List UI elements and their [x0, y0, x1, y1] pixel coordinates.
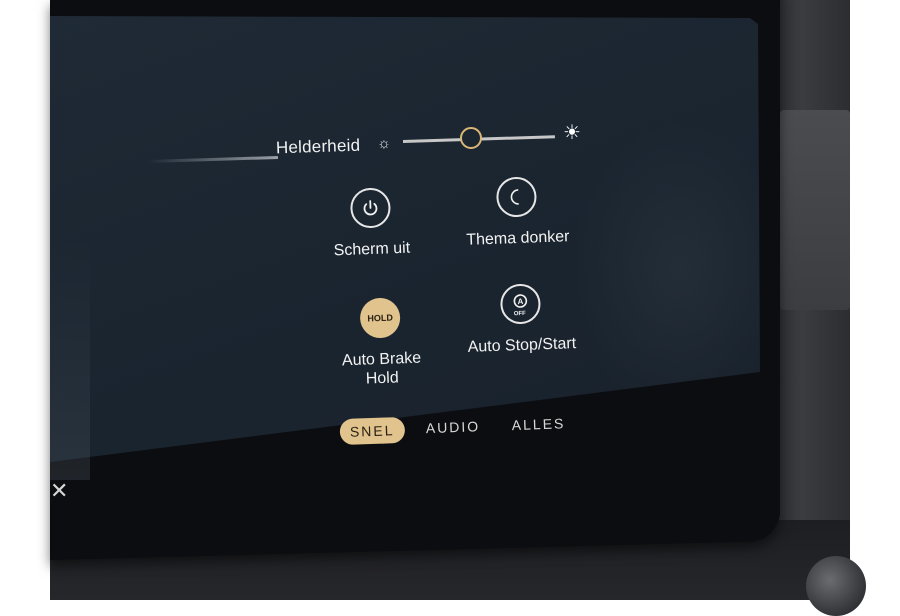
tab-bar: SNEL AUDIO ALLES [337, 409, 578, 457]
tab-alles[interactable]: ALLES [511, 415, 565, 433]
screen-glare [570, 120, 760, 420]
off-text: OFF [514, 311, 526, 317]
sun-small-icon: ☼ [376, 136, 392, 152]
brightness-label: Helderheid [276, 136, 361, 159]
dark-theme-button[interactable]: Thema donker [451, 175, 583, 250]
hold-icon-text: HOLD [367, 313, 393, 324]
screen-off-button[interactable]: Scherm uit [315, 186, 427, 261]
close-icon[interactable]: ✕ [50, 480, 68, 502]
power-icon [350, 187, 391, 228]
screen-off-label: Scherm uit [317, 238, 428, 261]
auto-brake-hold-line1: Auto Brake [342, 350, 422, 370]
sun-large-icon: ☀ [561, 122, 583, 144]
auto-brake-hold-button[interactable]: HOLD Auto Brake Hold [324, 296, 437, 390]
auto-brake-hold-line2: Hold [365, 369, 398, 387]
dashboard-panel [780, 110, 850, 310]
hold-icon: HOLD [359, 297, 400, 338]
auto-stop-start-button[interactable]: A OFF Auto Stop/Start [455, 282, 587, 357]
screen-edge-strip [50, 240, 90, 480]
control-knob [806, 556, 866, 616]
svg-text:A: A [517, 297, 523, 306]
tab-audio[interactable]: AUDIO [426, 418, 481, 436]
auto-stop-start-icon: A [500, 283, 541, 324]
auto-brake-hold-label: Auto Brake Hold [326, 348, 437, 390]
moon-icon [496, 176, 537, 217]
tab-snel[interactable]: SNEL [339, 417, 404, 445]
